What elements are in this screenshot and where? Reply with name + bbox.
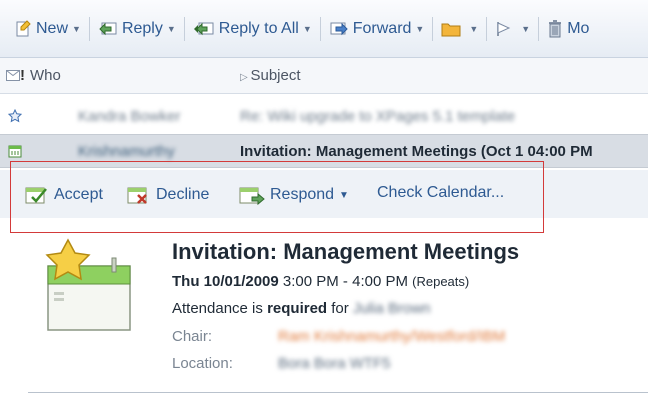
reply-icon — [99, 22, 117, 35]
chair-value[interactable]: Ram Krishnamurthy/Westford/IBM — [278, 328, 505, 345]
row-subject: Re: Wiki upgrade to XPages 5.1 template — [240, 108, 516, 125]
toolbar-divider — [319, 16, 321, 41]
decline-icon — [127, 187, 147, 204]
check-calendar-link[interactable]: Check Calendar... — [377, 184, 504, 202]
chevron-down-icon[interactable]: ▼ — [415, 24, 424, 34]
flag-icon — [497, 21, 511, 36]
forward-label: Forward — [352, 19, 412, 37]
toolbar-divider — [538, 16, 540, 41]
reply-all-icon — [193, 22, 214, 35]
invitation-time: 3:00 PM - 4:00 PM — [282, 273, 408, 290]
calendar-invitation-icon — [45, 238, 131, 331]
importance-column-icon[interactable]: ! — [20, 67, 25, 84]
decline-button[interactable]: Decline — [126, 184, 209, 206]
row-who: Kandra Bowker — [78, 108, 181, 125]
more-label: Mo — [567, 19, 590, 37]
attendee-name: Julia Brown — [352, 300, 431, 317]
decline-label: Decline — [156, 186, 210, 203]
chevron-down-icon[interactable]: ▼ — [521, 24, 530, 34]
new-icon — [16, 19, 31, 36]
respond-button[interactable]: Respond ▼ — [238, 184, 349, 206]
delete-button[interactable]: Mo — [543, 14, 593, 44]
location-value: Bora Bora WTF5 — [278, 355, 391, 372]
subject-column-label: Subject — [250, 67, 301, 84]
row-who: Krishnamurthy — [78, 143, 175, 160]
toolbar-divider — [183, 16, 185, 41]
toolbar-divider — [432, 16, 434, 41]
invitation-when: Thu 10/01/2009 3:00 PM - 4:00 PM (Repeat… — [172, 273, 469, 290]
who-column-header[interactable]: Who — [30, 67, 61, 84]
move-to-folder-button[interactable]: ▼ — [437, 14, 482, 44]
star-icon — [8, 109, 22, 123]
check-calendar-label: Check Calendar... — [377, 184, 505, 201]
chevron-down-icon[interactable]: ▼ — [469, 24, 478, 34]
accept-icon — [25, 187, 47, 204]
folder-icon — [441, 23, 461, 36]
respond-icon — [239, 187, 265, 206]
calendar-invite-icon — [8, 145, 22, 158]
respond-label: Respond — [270, 186, 335, 203]
reply-all-button[interactable]: Reply to All ▼ — [189, 14, 316, 44]
chevron-down-icon[interactable]: ▼ — [303, 24, 312, 34]
accept-label: Accept — [54, 186, 103, 203]
toolbar-divider — [88, 16, 90, 41]
reply-label: Reply — [121, 19, 163, 37]
table-row[interactable]: Kandra Bowker Re: Wiki upgrade to XPages… — [0, 100, 648, 134]
row-subject: Invitation: Management Meetings (Oct 1 0… — [240, 143, 593, 160]
accept-button[interactable]: Accept — [24, 184, 103, 206]
invitation-date: Thu 10/01/2009 — [172, 273, 279, 290]
attendance-for: for — [331, 300, 349, 317]
subject-column-header[interactable]: ▷ Subject — [240, 67, 301, 84]
reply-all-label: Reply to All — [218, 19, 299, 37]
chevron-down-icon[interactable]: ▼ — [72, 24, 81, 34]
follow-up-button[interactable]: ▼ — [491, 14, 534, 44]
envelope-icon[interactable] — [6, 70, 20, 81]
attendance-prefix: Attendance is — [172, 300, 263, 317]
sort-icon: ▷ — [240, 72, 251, 83]
invitation-title: Invitation: Management Meetings — [172, 239, 520, 264]
message-list-header: ! Who ▷ Subject — [0, 58, 648, 94]
forward-button[interactable]: Forward ▼ — [325, 14, 429, 44]
repeats-label: (Repeats) — [412, 274, 470, 289]
chair-label: Chair: — [172, 328, 213, 345]
attendance-line: Attendance is required for Julia Brown — [172, 300, 431, 317]
reply-button[interactable]: Reply ▼ — [94, 14, 180, 44]
new-label: New — [36, 19, 69, 37]
trash-icon — [549, 19, 562, 37]
mail-toolbar: New ▼ Reply ▼ Reply to All ▼ Forward ▼ ▼… — [0, 0, 648, 58]
chevron-down-icon[interactable]: ▼ — [167, 24, 176, 34]
forward-icon — [330, 22, 348, 35]
chevron-down-icon[interactable]: ▼ — [339, 190, 349, 201]
divider — [28, 392, 648, 393]
toolbar-divider — [486, 16, 488, 41]
attendance-required: required — [267, 300, 328, 317]
new-button[interactable]: New ▼ — [10, 14, 85, 44]
location-label: Location: — [172, 355, 233, 372]
